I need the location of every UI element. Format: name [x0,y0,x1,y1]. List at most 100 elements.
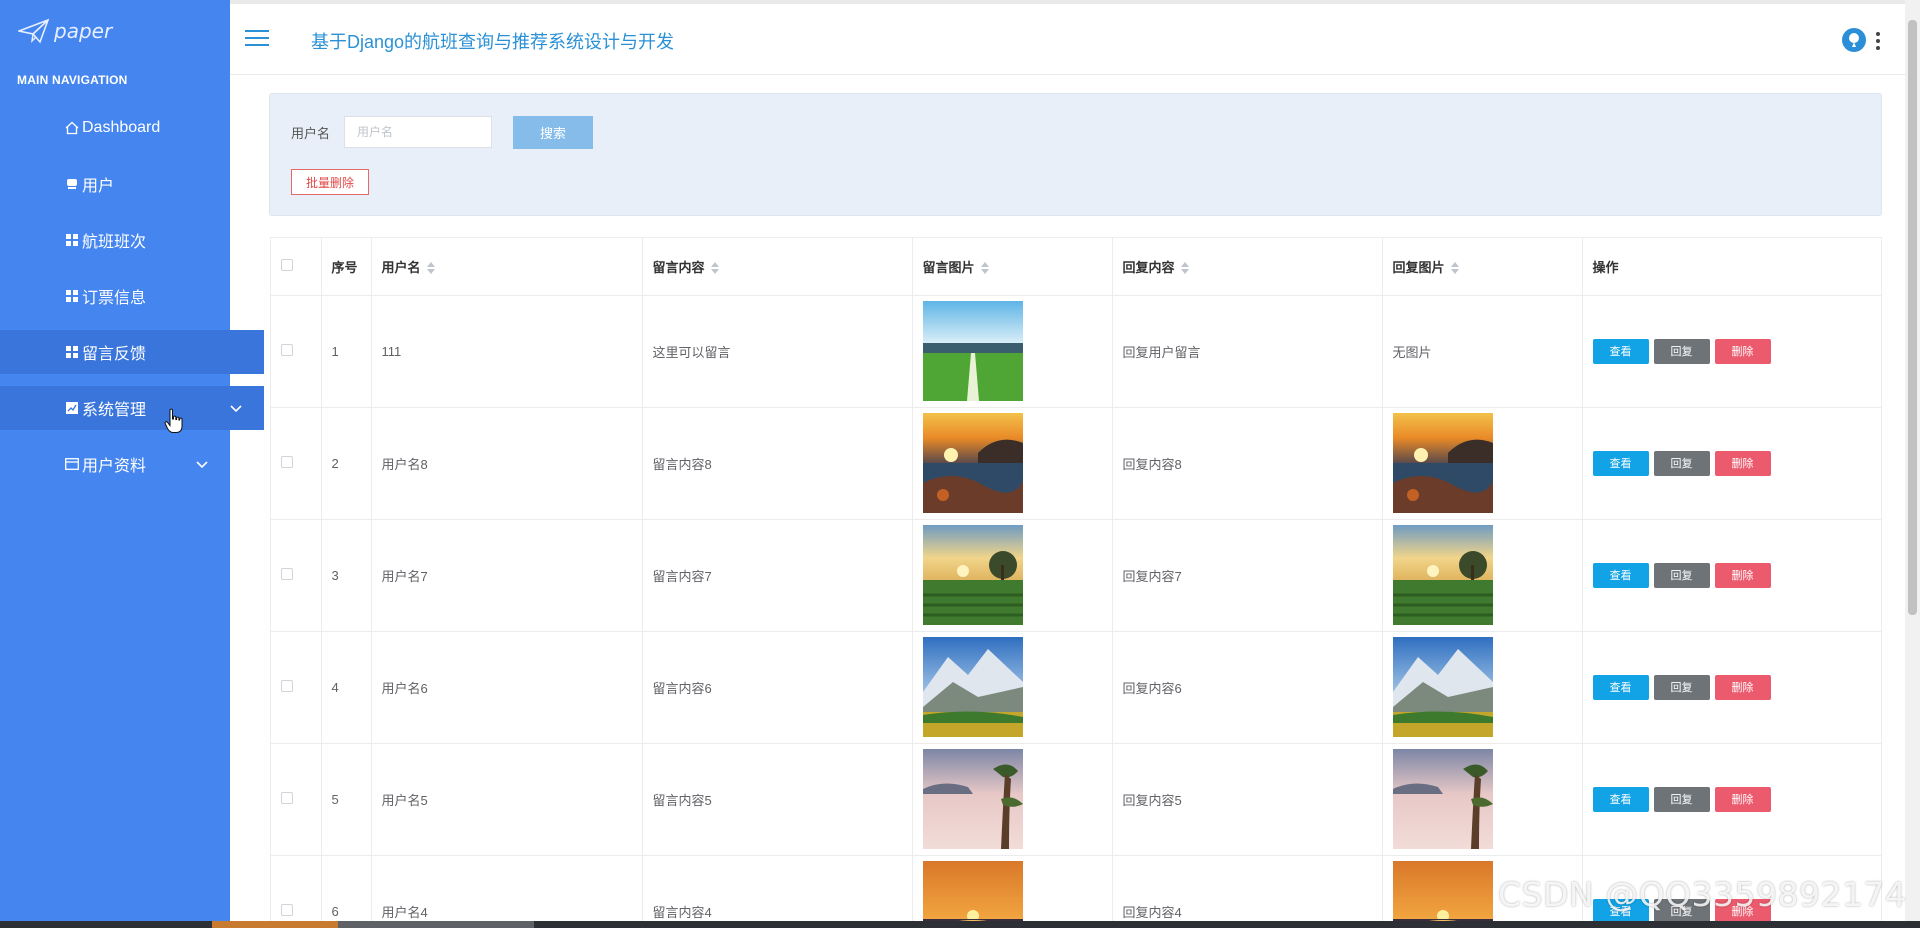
row-select-cell [271,855,322,927]
reply-button[interactable]: 回复 [1653,338,1710,364]
watermark: CSDN @QQ3359892174 [1498,875,1907,914]
table-row: 2 用户名8 留言内容8 回复内容8 查看 回复 删除 [271,407,1881,520]
hand-cursor-icon [164,408,183,433]
view-button[interactable]: 查看 [1592,786,1649,812]
username-cell: 111 [371,295,643,408]
nav-item-label: 用户 [82,178,115,195]
feedback-table: 序号 用户名 留言内容 留言图片 回复内容 回复图片 操作 1 111 这里可以… [270,237,1882,928]
nav-item-dashboard[interactable]: Dashboard [0,106,230,150]
nav-item-label: 用户资料 [82,458,147,475]
logo[interactable]: paper [18,18,112,44]
view-button[interactable]: 查看 [1592,562,1649,588]
row-select-cell [271,407,322,520]
scrollbar-thumb[interactable] [1908,20,1917,615]
nav-item-users[interactable]: 用户 [0,162,230,206]
select-all-checkbox[interactable] [281,258,293,271]
row-select-cell [271,631,322,744]
message-image[interactable] [922,637,1112,737]
actions-cell: 查看 回复 删除 [1582,631,1881,744]
view-button[interactable]: 查看 [1592,674,1649,700]
index-cell: 4 [321,631,372,744]
sort-icon [1450,262,1459,275]
message-image[interactable] [922,301,1112,401]
search-button[interactable]: 搜索 [513,116,593,149]
username-cell: 用户名4 [371,855,643,927]
row-checkbox[interactable] [281,791,293,804]
column-header-username[interactable]: 用户名 [371,238,643,296]
user-icon [64,176,80,192]
sort-icon [710,262,719,275]
sidebar: paper MAIN NAVIGATION Dashboard 用户 航班班次 … [0,0,264,928]
page-title: 基于Django的航班查询与推荐系统设计与开发 [311,32,675,52]
content-cell: 留言内容4 [642,855,913,927]
column-header-content[interactable]: 留言内容 [642,238,913,296]
message-image[interactable] [922,525,1112,625]
reply-button[interactable]: 回复 [1653,674,1710,700]
table-header-row: 序号 用户名 留言内容 留言图片 回复内容 回复图片 操作 [271,238,1881,296]
actions-cell: 查看 回复 删除 [1582,295,1881,408]
nav-item-user-profile[interactable]: 用户资料 [0,442,230,486]
delete-button[interactable]: 删除 [1714,562,1771,588]
chart-icon [64,400,80,416]
message-image-cell [912,519,1113,632]
avatar[interactable] [1842,28,1866,52]
delete-button[interactable]: 删除 [1714,450,1771,476]
content-cell: 留言内容8 [642,407,913,520]
reply-button[interactable]: 回复 [1653,786,1710,812]
reply-button[interactable]: 回复 [1653,562,1710,588]
more-options-icon[interactable] [1876,32,1880,50]
row-checkbox[interactable] [281,903,293,916]
view-button[interactable]: 查看 [1592,338,1649,364]
table-body: 1 111 这里可以留言 回复用户留言 无图片 查看 回复 删除 2 用户名8 … [271,295,1881,927]
view-button[interactable]: 查看 [1592,450,1649,476]
nav-item-label: Dashboard [82,119,161,136]
nav-item-system-management[interactable]: 系统管理 [0,386,264,430]
column-header-index: 序号 [321,238,372,296]
menu-toggle-icon[interactable] [245,30,269,48]
reply-image[interactable] [1392,413,1582,513]
actions-cell: 查看 回复 删除 [1582,519,1881,632]
actions-cell: 查看 回复 删除 [1582,743,1881,856]
message-image-cell [912,295,1113,408]
column-header-actions: 操作 [1582,238,1881,296]
index-cell: 1 [321,295,372,408]
content-cell: 留言内容5 [642,743,913,856]
column-header-reply-image[interactable]: 回复图片 [1382,238,1583,296]
nav-item-label: 系统管理 [82,402,147,419]
nav-item-flights[interactable]: 航班班次 [0,218,230,262]
batch-delete-button[interactable]: 批量删除 [291,169,369,195]
index-cell: 5 [321,743,372,856]
message-image[interactable] [922,861,1112,927]
message-image[interactable] [922,413,1112,513]
column-header-reply[interactable]: 回复内容 [1112,238,1383,296]
delete-button[interactable]: 删除 [1714,786,1771,812]
reply-image[interactable] [1392,525,1582,625]
reply-cell: 回复内容6 [1112,631,1383,744]
grid-icon [64,232,80,248]
row-select-cell [271,295,322,408]
nav-item-feedback[interactable]: 留言反馈 [0,330,264,374]
username-search-input[interactable] [344,116,492,148]
row-checkbox[interactable] [281,679,293,692]
row-checkbox[interactable] [281,343,293,356]
reply-button[interactable]: 回复 [1653,450,1710,476]
column-header-image[interactable]: 留言图片 [912,238,1113,296]
row-checkbox[interactable] [281,567,293,580]
reply-image-cell [1382,743,1583,856]
paper-plane-icon [18,18,50,44]
page-scrollbar[interactable] [1905,0,1920,928]
message-image[interactable] [922,749,1112,849]
table-row: 5 用户名5 留言内容5 回复内容5 查看 回复 删除 [271,743,1881,856]
delete-button[interactable]: 删除 [1714,338,1771,364]
nav-item-label: 航班班次 [82,234,147,251]
delete-button[interactable]: 删除 [1714,674,1771,700]
reply-image-cell [1382,407,1583,520]
username-cell: 用户名8 [371,407,643,520]
row-checkbox[interactable] [281,455,293,468]
select-all-cell [271,238,322,296]
sort-icon [980,262,989,275]
index-cell: 3 [321,519,372,632]
reply-image[interactable] [1392,749,1582,849]
reply-image[interactable] [1392,637,1582,737]
nav-item-bookings[interactable]: 订票信息 [0,274,230,318]
